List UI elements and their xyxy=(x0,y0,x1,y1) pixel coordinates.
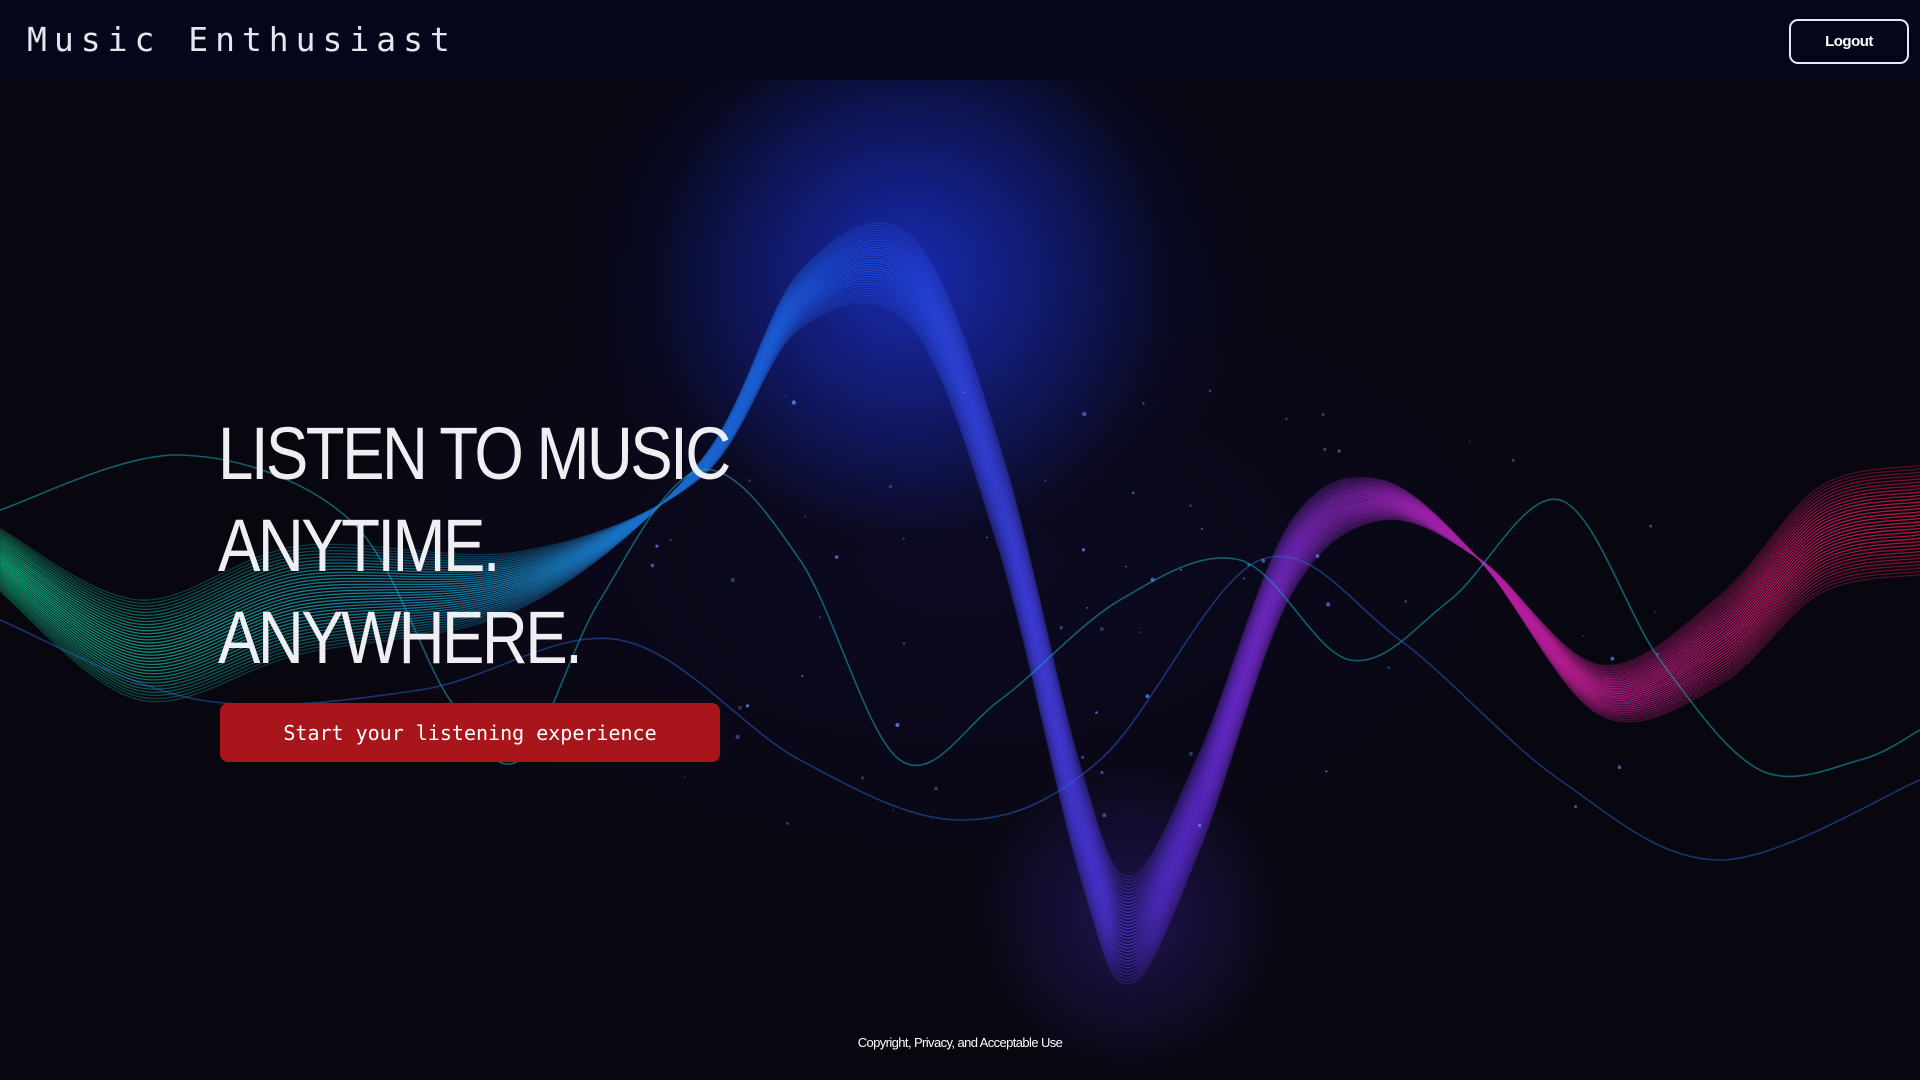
particle-dot xyxy=(1208,389,1212,393)
particle-dot xyxy=(684,775,686,778)
particle-dot xyxy=(1285,417,1288,421)
particle-dot xyxy=(1044,479,1047,482)
particle-dot xyxy=(1512,459,1515,462)
particle-dot xyxy=(1482,564,1484,567)
hero-headline: LISTEN TO MUSIC ANYTIME. ANYWHERE. xyxy=(218,408,812,684)
particle-dot xyxy=(1100,770,1104,775)
particle-dot xyxy=(1197,823,1202,828)
headline-line-3: ANYWHERE. xyxy=(218,596,583,679)
particle-dot xyxy=(1243,577,1246,580)
particle-dot xyxy=(1099,626,1104,632)
top-navigation-bar: Music Enthusiast Logout xyxy=(0,0,1920,80)
particle-dot xyxy=(1404,600,1407,603)
particle-dot xyxy=(1617,765,1622,769)
particle-dot xyxy=(1247,563,1250,567)
particle-dot xyxy=(1200,527,1203,530)
particle-dot xyxy=(892,809,895,812)
particle-dot xyxy=(1387,666,1390,669)
particle-dot xyxy=(786,822,789,825)
particle-dot xyxy=(1095,711,1098,714)
particle-dot xyxy=(1138,631,1141,634)
particle-dot xyxy=(738,705,742,710)
headline-line-2: ANYTIME. xyxy=(218,504,500,587)
particle-dot xyxy=(1150,577,1155,582)
particle-dot xyxy=(1261,558,1266,563)
particle-dot xyxy=(1145,694,1150,699)
particle-dot xyxy=(1654,610,1657,613)
particle-dot xyxy=(1315,554,1320,558)
particle-dot xyxy=(1337,449,1341,453)
particle-dot xyxy=(818,616,822,619)
particle-dot xyxy=(1610,656,1615,661)
particle-dot xyxy=(745,704,750,708)
particle-dot xyxy=(784,395,787,398)
particle-dot xyxy=(1656,652,1660,656)
particle-dot xyxy=(834,555,839,559)
particle-dot xyxy=(1188,751,1193,756)
particle-dot xyxy=(861,776,864,780)
particle-dot xyxy=(1082,411,1087,417)
particle-dot xyxy=(1131,491,1135,495)
particle-dot xyxy=(735,734,740,740)
particle-dot xyxy=(962,391,965,394)
particle-dot xyxy=(1323,447,1327,452)
particle-dot xyxy=(888,484,893,489)
logout-button[interactable]: Logout xyxy=(1789,19,1909,64)
particle-dot xyxy=(1574,805,1577,808)
particle-dot xyxy=(902,537,905,540)
particle-dot xyxy=(1649,524,1653,528)
particle-dot xyxy=(934,786,938,791)
landing-page: Music Enthusiast Logout LISTEN TO MUSIC … xyxy=(0,0,1920,1080)
particle-dot xyxy=(1189,504,1192,507)
particle-dot xyxy=(1081,548,1086,552)
particle-dot xyxy=(1102,813,1107,818)
particle-dot xyxy=(1125,565,1127,568)
particle-dot xyxy=(1142,402,1145,405)
particle-dot xyxy=(1086,607,1089,609)
legal-footer-link[interactable]: Copyright, Privacy, and Acceptable Use xyxy=(0,1035,1920,1050)
headline-line-1: LISTEN TO MUSIC xyxy=(218,412,731,495)
particle-dot xyxy=(1468,440,1471,443)
brand-logo-text: Music Enthusiast xyxy=(27,20,457,59)
particle-dot xyxy=(986,536,988,539)
particle-dot xyxy=(1326,602,1331,607)
particle-dot xyxy=(1059,625,1063,630)
particle-dot xyxy=(1582,634,1585,637)
start-listening-button[interactable]: Start your listening experience xyxy=(220,703,720,762)
particle-dot xyxy=(903,642,905,645)
particle-dot xyxy=(1325,770,1328,773)
particle-dot xyxy=(1321,413,1325,416)
particle-dot xyxy=(895,723,900,727)
particle-dot xyxy=(1180,568,1182,571)
particle-dot xyxy=(1081,755,1085,759)
particle-dot xyxy=(791,400,796,405)
